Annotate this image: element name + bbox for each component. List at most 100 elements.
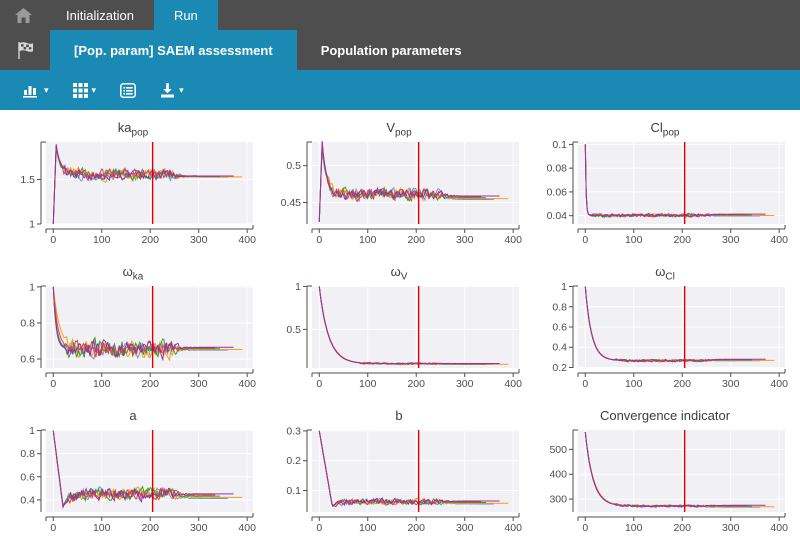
- home-icon: [15, 8, 32, 23]
- chart-plot-omega_ka: 0.6 0.8 1 0 100 200 300 400: [0, 280, 266, 400]
- svg-text:0: 0: [582, 234, 588, 246]
- chart-plot-b: 0.10.20.30100200300400: [266, 424, 532, 544]
- svg-text:500: 500: [549, 444, 567, 456]
- svg-text:0.6: 0.6: [552, 322, 567, 334]
- chart-cell-omega_Cl: ωCl0.20.40.60.810100200300400: [532, 260, 798, 404]
- svg-text:200: 200: [673, 378, 691, 390]
- svg-text:0.1: 0.1: [552, 139, 567, 151]
- tab-run-label: Run: [174, 8, 198, 23]
- svg-text:300: 300: [190, 378, 208, 390]
- svg-text:0.8: 0.8: [20, 448, 35, 460]
- svg-text:400: 400: [770, 234, 788, 246]
- svg-text:100: 100: [359, 378, 377, 390]
- svg-text:0.4: 0.4: [552, 342, 567, 354]
- svg-text:1: 1: [295, 281, 301, 293]
- chart-cell-convergence_indicator: Convergence indicator3004005000100200300…: [532, 404, 798, 548]
- chart-cell-ka_pop: kapop11.50100200300400: [0, 116, 266, 260]
- tab-population-parameters[interactable]: Population parameters: [297, 30, 486, 70]
- svg-text:100: 100: [625, 378, 643, 390]
- svg-text:0.45: 0.45: [281, 197, 302, 209]
- svg-text:0: 0: [50, 378, 56, 390]
- chart-title-omega_ka: ωka: [0, 260, 266, 280]
- svg-text:400: 400: [504, 234, 522, 246]
- chart-title-b: b: [266, 404, 532, 424]
- chart-plot-Cl_pop: 0.040.060.080.10100200300400: [532, 136, 798, 256]
- main-nav-bar: Initialization Run: [0, 0, 800, 30]
- svg-text:400: 400: [770, 378, 788, 390]
- svg-text:100: 100: [93, 234, 111, 246]
- legend-list-icon: [120, 83, 136, 98]
- svg-text:200: 200: [673, 234, 691, 246]
- home-button[interactable]: [0, 0, 46, 30]
- tab-saem-assessment-label: [Pop. param] SAEM assessment: [74, 43, 273, 58]
- chart-title-ka_pop: kapop: [0, 116, 266, 136]
- chart-title-omega_V: ωV: [266, 260, 532, 280]
- caret-down-icon: ▾: [179, 86, 184, 95]
- chart-title-Cl_pop: Clpop: [532, 116, 798, 136]
- chart-title-V_pop: Vpop: [266, 116, 532, 136]
- bar-chart-icon: [23, 83, 40, 98]
- svg-text:300: 300: [456, 378, 474, 390]
- svg-text:400: 400: [770, 522, 788, 534]
- svg-text:1: 1: [29, 281, 35, 293]
- svg-text:0: 0: [50, 522, 56, 534]
- svg-text:0: 0: [582, 378, 588, 390]
- svg-text:400: 400: [238, 522, 256, 534]
- svg-text:400: 400: [504, 378, 522, 390]
- svg-text:0.2: 0.2: [552, 362, 567, 374]
- results-flag-button[interactable]: [0, 30, 50, 70]
- svg-text:100: 100: [625, 234, 643, 246]
- svg-text:400: 400: [238, 234, 256, 246]
- svg-text:200: 200: [407, 234, 425, 246]
- download-icon: [160, 83, 175, 98]
- svg-text:0.6: 0.6: [20, 471, 35, 483]
- svg-text:200: 200: [141, 378, 159, 390]
- checkered-flag-icon: [15, 40, 35, 60]
- tab-run[interactable]: Run: [154, 0, 218, 30]
- svg-text:100: 100: [93, 378, 111, 390]
- svg-text:0.1: 0.1: [286, 485, 301, 497]
- svg-text:1: 1: [29, 219, 35, 231]
- svg-text:0.3: 0.3: [286, 425, 301, 437]
- chart-title-omega_Cl: ωCl: [532, 260, 798, 280]
- svg-text:0: 0: [316, 522, 322, 534]
- legend-button[interactable]: [113, 78, 143, 103]
- chart-plot-omega_V: 0.510100200300400: [266, 280, 532, 400]
- chart-plot-V_pop: 0.450.50100200300400: [266, 136, 532, 256]
- results-nav-bar: [Pop. param] SAEM assessment Population …: [0, 30, 800, 70]
- chart-plot-ka_pop: 11.50100200300400: [0, 136, 266, 256]
- caret-down-icon: ▾: [44, 86, 49, 95]
- svg-text:400: 400: [549, 469, 567, 481]
- chart-plot-a: 0.40.60.810100200300400: [0, 424, 266, 544]
- svg-text:1: 1: [561, 281, 567, 293]
- tab-saem-assessment[interactable]: [Pop. param] SAEM assessment: [50, 30, 297, 70]
- svg-text:0.5: 0.5: [286, 160, 301, 172]
- svg-text:0.6: 0.6: [20, 353, 35, 365]
- svg-text:200: 200: [407, 378, 425, 390]
- grid-layout-button[interactable]: ▾: [66, 78, 104, 103]
- svg-text:0.08: 0.08: [547, 163, 568, 175]
- plot-type-button[interactable]: ▾: [16, 78, 56, 103]
- svg-text:200: 200: [141, 234, 159, 246]
- chart-cell-a: a0.40.60.810100200300400: [0, 404, 266, 548]
- export-button[interactable]: ▾: [153, 78, 191, 103]
- caret-down-icon: ▾: [92, 86, 97, 95]
- chart-plot-convergence_indicator: 3004005000100200300400: [532, 424, 798, 544]
- chart-cell-omega_V: ωV0.510100200300400: [266, 260, 532, 404]
- svg-text:300: 300: [190, 522, 208, 534]
- grid-layout-icon: [73, 83, 88, 98]
- charts-grid: kapop11.50100200300400Vpop0.450.50100200…: [0, 110, 800, 548]
- chart-title-convergence_indicator: Convergence indicator: [532, 404, 798, 424]
- chart-plot-omega_Cl: 0.20.40.60.810100200300400: [532, 280, 798, 400]
- tab-initialization-label: Initialization: [66, 8, 134, 23]
- svg-text:200: 200: [673, 522, 691, 534]
- svg-text:300: 300: [456, 234, 474, 246]
- svg-text:400: 400: [238, 378, 256, 390]
- svg-text:0.5: 0.5: [286, 324, 301, 336]
- plot-toolbar: ▾ ▾ ▾: [0, 70, 800, 110]
- svg-text:0: 0: [316, 234, 322, 246]
- svg-text:400: 400: [504, 522, 522, 534]
- tab-initialization[interactable]: Initialization: [46, 0, 154, 30]
- svg-text:0.8: 0.8: [20, 317, 35, 329]
- svg-text:0: 0: [50, 234, 56, 246]
